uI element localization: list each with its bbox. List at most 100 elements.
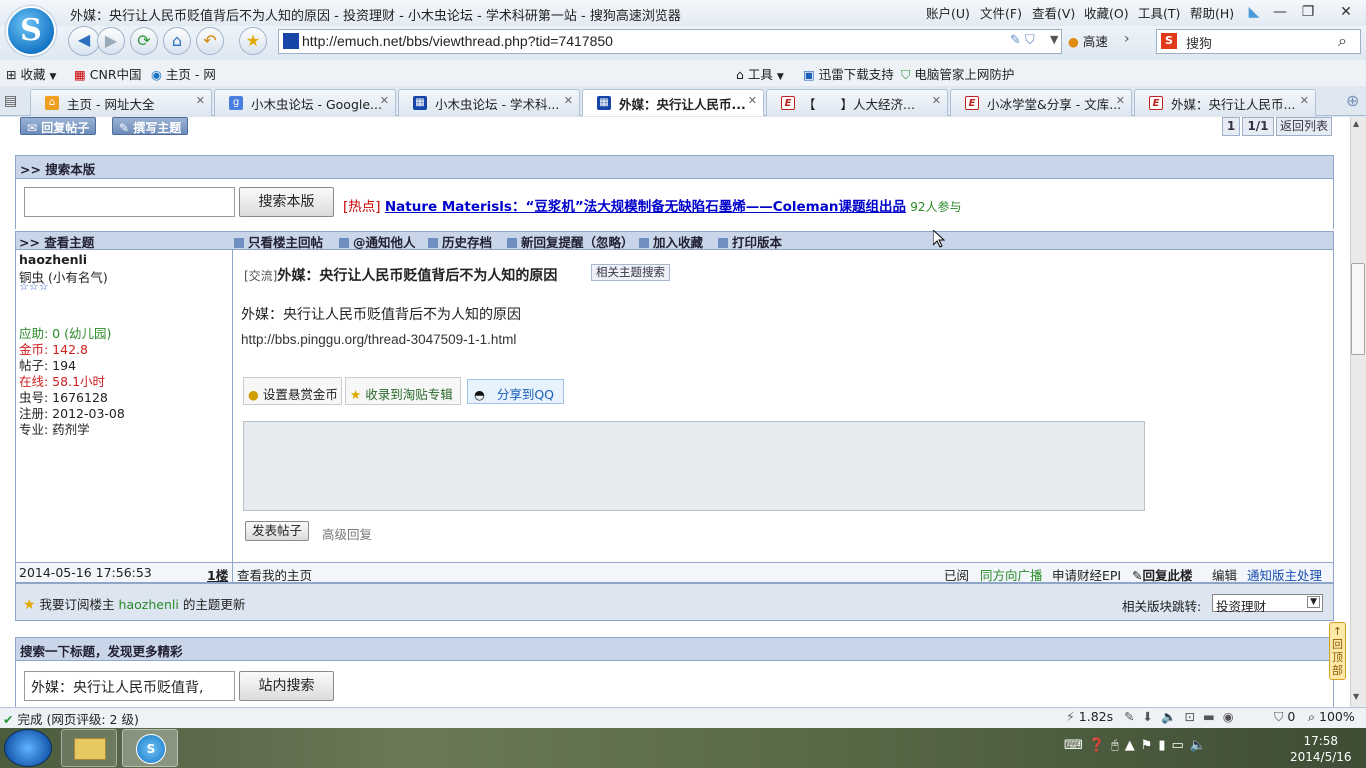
tools-menu[interactable]: ⌂ 工具 ▼: [736, 64, 784, 83]
tab-close-icon[interactable]: ✕: [748, 94, 757, 107]
maximize-button[interactable]: ❐: [1296, 2, 1320, 22]
tab-close-icon[interactable]: ✕: [380, 94, 389, 107]
bookmark-home[interactable]: ◉ 主页 - 网: [151, 64, 216, 83]
board-search-input[interactable]: [24, 187, 235, 217]
security-count[interactable]: ⛉ 0: [1274, 709, 1295, 725]
refresh-button[interactable]: ⟳: [130, 27, 158, 55]
bookmark-cnr[interactable]: ▦ CNR中国: [74, 64, 142, 83]
back-to-top-button[interactable]: ↑回顶部: [1329, 622, 1346, 680]
favorite-star-button[interactable]: ★: [239, 27, 267, 55]
view-homepage-link[interactable]: 查看我的主页: [237, 565, 312, 584]
page-rating[interactable]: (网页评级: 2 级): [46, 712, 138, 727]
subscribe-user-link[interactable]: haozhenli: [119, 597, 179, 612]
address-dropdown-icon[interactable]: ▼: [1050, 33, 1058, 46]
scroll-down-icon[interactable]: ▼: [1353, 692, 1359, 701]
submit-post-button[interactable]: 发表帖子: [245, 521, 309, 541]
menu-account[interactable]: 账户(U): [926, 3, 970, 22]
url-text[interactable]: http://emuch.net/bbs/viewthread.php?tid=…: [302, 33, 613, 49]
advanced-reply-link[interactable]: 高级回复: [322, 524, 372, 543]
sogou-taskbar-item[interactable]: S: [122, 729, 178, 767]
new-topic-button[interactable]: ✎ 撰写主题: [112, 117, 189, 135]
bookmark-favorites[interactable]: ⊞ 收藏 ▼: [6, 64, 56, 83]
new-topic-label: 撰写主题: [133, 121, 182, 135]
set-reward-button[interactable]: ● 设置悬赏金币: [243, 377, 342, 405]
sogou-search-icon[interactable]: S: [1161, 33, 1177, 49]
new-tab-icon[interactable]: ⊕: [1346, 91, 1359, 110]
collect-album-button[interactable]: ★ 收录到淘贴专辑: [345, 377, 461, 405]
tab-close-icon[interactable]: ✕: [564, 94, 573, 107]
board-jump-select[interactable]: 投资理财 ▼: [1212, 594, 1323, 614]
sidebar-toggle-icon[interactable]: ▤: [4, 93, 17, 109]
reply-thread-button[interactable]: ✉ 回复帖子: [20, 117, 97, 135]
minimize-button[interactable]: —: [1268, 2, 1292, 22]
tab-close-icon[interactable]: ✕: [196, 94, 205, 107]
pc-manager-item[interactable]: ⛉ 电脑管家上网防护: [901, 64, 1014, 83]
tab-label: 外媒：央行让人民币...: [1171, 97, 1296, 112]
scroll-up-icon[interactable]: ▲: [1353, 119, 1359, 128]
page-1-button[interactable]: 1: [1222, 117, 1240, 136]
related-topics-button[interactable]: 相关主题搜索: [591, 264, 670, 281]
author-name[interactable]: haozhenli: [19, 252, 87, 267]
status-tool-icons[interactable]: ✎⬇🔈⊡▬◉: [1124, 709, 1242, 725]
tab-emuch[interactable]: ▦ 小木虫论坛 - 学术科... ✕: [398, 89, 580, 116]
search-icon[interactable]: ⌕: [1338, 31, 1347, 51]
notify-moderator-link[interactable]: 通知版主处理: [1247, 565, 1322, 584]
broadcast-link[interactable]: 同方向广播: [980, 565, 1043, 584]
tab-close-icon[interactable]: ✕: [1300, 94, 1309, 107]
tab-google[interactable]: g 小木虫论坛 - Google... ✕: [214, 89, 396, 116]
subscribe-prefix: 我要订阅楼主: [39, 597, 115, 612]
forward-button[interactable]: ▶: [97, 27, 125, 55]
floor-number[interactable]: 1楼: [207, 565, 228, 584]
back-to-top-label: 回顶部: [1332, 638, 1343, 677]
quick-reply-textarea[interactable]: [243, 421, 1145, 511]
system-tray-icons[interactable]: ⌨❓🖰▲⚑▮▭🔈: [1064, 738, 1212, 753]
thunder-download-item[interactable]: ▣ 迅雷下载支持: [803, 64, 894, 83]
tab-close-icon[interactable]: ✕: [932, 94, 941, 107]
reply-alert-link[interactable]: 新回复提醒（忽略）: [507, 232, 634, 251]
windows-start-button[interactable]: [4, 729, 52, 767]
site-search-button[interactable]: 站内搜索: [239, 671, 334, 701]
explorer-taskbar-item[interactable]: [61, 729, 117, 767]
apply-epi-link[interactable]: 申请财经EPI: [1052, 565, 1121, 584]
read-link[interactable]: 已阅: [944, 565, 969, 584]
chevron-right-icon[interactable]: ›: [1124, 31, 1130, 47]
notify-others-link[interactable]: @通知他人: [339, 232, 416, 251]
home-button[interactable]: ⌂: [163, 27, 191, 55]
skin-icon[interactable]: ◣: [1242, 2, 1266, 22]
zoom-level[interactable]: ⌕ 100%: [1308, 709, 1355, 725]
tab-pinggu-1[interactable]: E 【 】人大经济... ✕: [766, 89, 948, 116]
close-button[interactable]: ✕: [1334, 2, 1358, 22]
title-search-input[interactable]: 外媒：央行让人民币贬值背,: [24, 671, 235, 701]
shield-icon[interactable]: ✎ ⛉: [1010, 33, 1035, 48]
only-author-link[interactable]: 只看楼主回帖: [234, 232, 323, 251]
system-clock[interactable]: 17:58 2014/5/16: [1290, 733, 1352, 765]
search-input[interactable]: 搜狗: [1186, 33, 1212, 52]
scrollbar-thumb[interactable]: [1351, 263, 1365, 355]
add-favorite-link[interactable]: 加入收藏: [639, 232, 703, 251]
undo-close-button[interactable]: ↶: [196, 27, 224, 55]
vertical-scrollbar[interactable]: [1350, 117, 1366, 707]
back-button[interactable]: ◀: [68, 26, 100, 56]
print-version-link[interactable]: 打印版本: [718, 232, 782, 251]
tab-home[interactable]: ⌂ 主页 - 网址大全 ✕: [30, 89, 212, 116]
post-link[interactable]: http://bbs.pinggu.org/thread-3047509-1-1…: [241, 332, 516, 347]
tab-close-icon[interactable]: ✕: [1116, 94, 1125, 107]
board-search-button[interactable]: 搜索本版: [239, 187, 334, 217]
tab-pinggu-2[interactable]: E 小冰学堂&分享 - 文库... ✕: [950, 89, 1132, 116]
subscribe-text: ★ 我要订阅楼主 haozhenli 的主题更新: [23, 594, 245, 613]
tab-pinggu-3[interactable]: E 外媒：央行让人民币... ✕: [1134, 89, 1316, 116]
hot-topic-link[interactable]: Nature Materisls：“豆浆机”法大规模制备无缺陷石墨烯——Cole…: [385, 199, 906, 215]
menu-file[interactable]: 文件(F): [980, 3, 1022, 22]
edit-link[interactable]: 编辑: [1212, 565, 1237, 584]
menu-tools[interactable]: 工具(T): [1138, 3, 1180, 22]
menu-help[interactable]: 帮助(H): [1190, 3, 1234, 22]
reply-floor-link[interactable]: ✎回复此楼: [1132, 565, 1193, 584]
history-archive-link[interactable]: 历史存档: [428, 232, 492, 251]
share-qq-button[interactable]: ◓ 分享到QQ: [467, 379, 564, 404]
back-to-list-button[interactable]: 返回列表: [1276, 117, 1332, 136]
menu-view[interactable]: 查看(V): [1032, 3, 1075, 22]
tab-current-thread[interactable]: ▦ 外媒：央行让人民币... ✕: [582, 89, 764, 116]
menu-favorites[interactable]: 收藏(O): [1084, 3, 1129, 22]
sogou-small-icon: ◉: [151, 67, 162, 82]
speed-mode-button[interactable]: ● 高速: [1068, 31, 1108, 50]
